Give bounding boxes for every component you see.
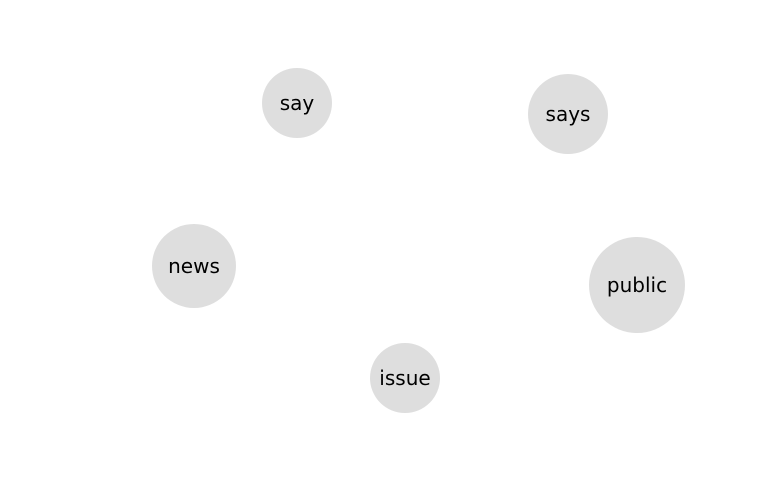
node-label-public: public bbox=[606, 273, 668, 297]
node-public: public bbox=[589, 237, 685, 333]
node-news: news bbox=[152, 224, 236, 308]
node-label-say: say bbox=[279, 91, 315, 115]
word-bubble-diagram: say says news public issue bbox=[0, 0, 768, 500]
node-label-issue: issue bbox=[379, 366, 431, 390]
node-say: say bbox=[262, 68, 332, 138]
node-says: says bbox=[528, 74, 608, 154]
node-issue: issue bbox=[370, 343, 440, 413]
node-label-news: news bbox=[168, 254, 220, 278]
node-label-says: says bbox=[545, 102, 591, 126]
